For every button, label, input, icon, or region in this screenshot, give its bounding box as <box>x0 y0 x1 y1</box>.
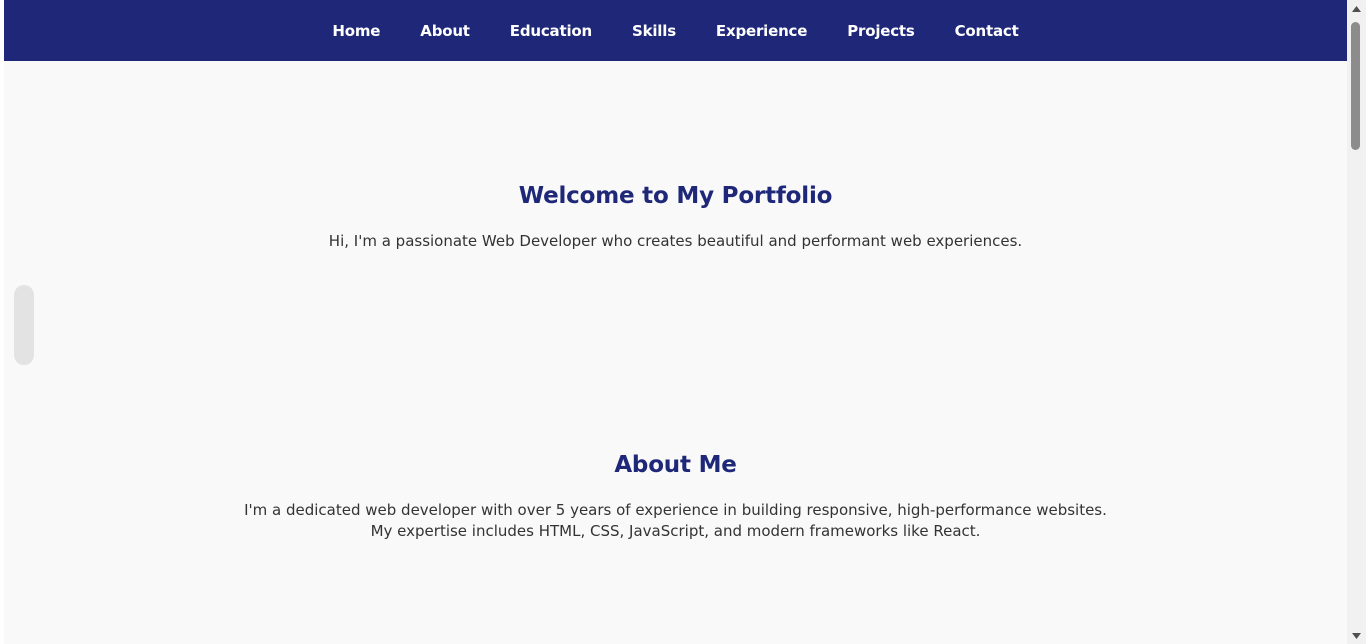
nav-link-about[interactable]: About <box>400 22 490 40</box>
nav-link-experience[interactable]: Experience <box>696 22 827 40</box>
scroll-up-button[interactable] <box>1347 0 1366 17</box>
about-section: About Me I'm a dedicated web developer w… <box>4 452 1347 542</box>
scroll-down-button[interactable] <box>1347 627 1366 644</box>
about-text-line-1: I'm a dedicated web developer with over … <box>244 501 1107 519</box>
nav-link-skills[interactable]: Skills <box>612 22 696 40</box>
triangle-up-icon <box>1352 5 1361 12</box>
nav-link-education[interactable]: Education <box>490 22 612 40</box>
about-title: About Me <box>614 452 737 478</box>
hero-title: Welcome to My Portfolio <box>518 183 833 209</box>
nav-link-home[interactable]: Home <box>312 22 400 40</box>
page-viewport: Home About Education Skills Experience P… <box>4 0 1347 644</box>
hero-text: Hi, I'm a passionate Web Developer who c… <box>328 232 1023 250</box>
triangle-down-icon <box>1352 632 1361 639</box>
nav-link-projects[interactable]: Projects <box>827 22 934 40</box>
top-navbar: Home About Education Skills Experience P… <box>4 0 1347 61</box>
side-panel-handle[interactable] <box>14 285 34 365</box>
about-text-line-2: My expertise includes HTML, CSS, JavaScr… <box>370 522 981 540</box>
hero-section: Welcome to My Portfolio Hi, I'm a passio… <box>4 183 1347 252</box>
about-text: I'm a dedicated web developer with over … <box>4 500 1347 542</box>
scrollbar-thumb[interactable] <box>1351 22 1360 150</box>
vertical-scrollbar[interactable] <box>1347 0 1366 644</box>
nav-link-contact[interactable]: Contact <box>935 22 1039 40</box>
